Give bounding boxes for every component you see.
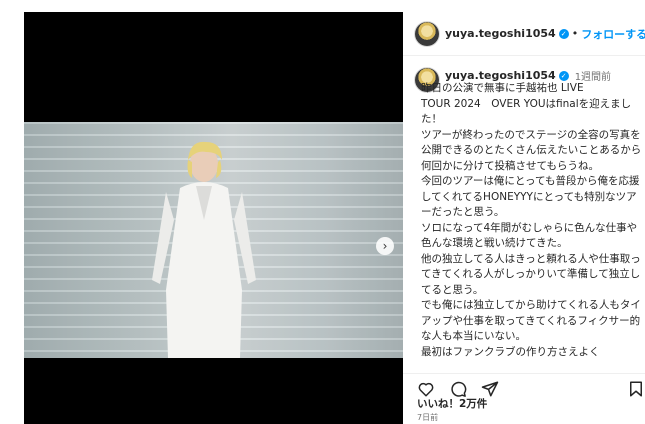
post-panel: yuya.tegoshi1054 ✓ • フォローする yuya.tegoshi… bbox=[403, 12, 645, 424]
post-date[interactable]: 7日前 bbox=[417, 412, 438, 423]
header-username[interactable]: yuya.tegoshi1054 bbox=[445, 27, 556, 40]
follow-button[interactable]: フォローする bbox=[581, 26, 645, 42]
bookmark-icon[interactable] bbox=[627, 380, 645, 398]
person-figure bbox=[152, 141, 256, 358]
next-slide-button[interactable]: › bbox=[376, 237, 394, 255]
caption-text: 昨日の公演で無事に手越祐也 LIVE TOUR 2024 OVER YOUはfi… bbox=[421, 82, 642, 358]
post-header: yuya.tegoshi1054 ✓ • フォローする bbox=[403, 12, 645, 56]
caption-area[interactable]: yuya.tegoshi1054 ✓ 1週間前 昨日の公演で無事に手越祐也 LI… bbox=[403, 56, 645, 373]
separator-dot: • bbox=[571, 27, 579, 40]
verified-badge-icon: ✓ bbox=[558, 70, 569, 81]
avatar[interactable] bbox=[415, 21, 439, 46]
post-photo bbox=[24, 122, 403, 358]
verified-badge-icon: ✓ bbox=[558, 28, 569, 39]
post-media[interactable]: › bbox=[24, 12, 403, 424]
likes-count[interactable]: いいね！2万件 bbox=[417, 396, 487, 411]
chevron-right-icon: › bbox=[382, 239, 388, 253]
